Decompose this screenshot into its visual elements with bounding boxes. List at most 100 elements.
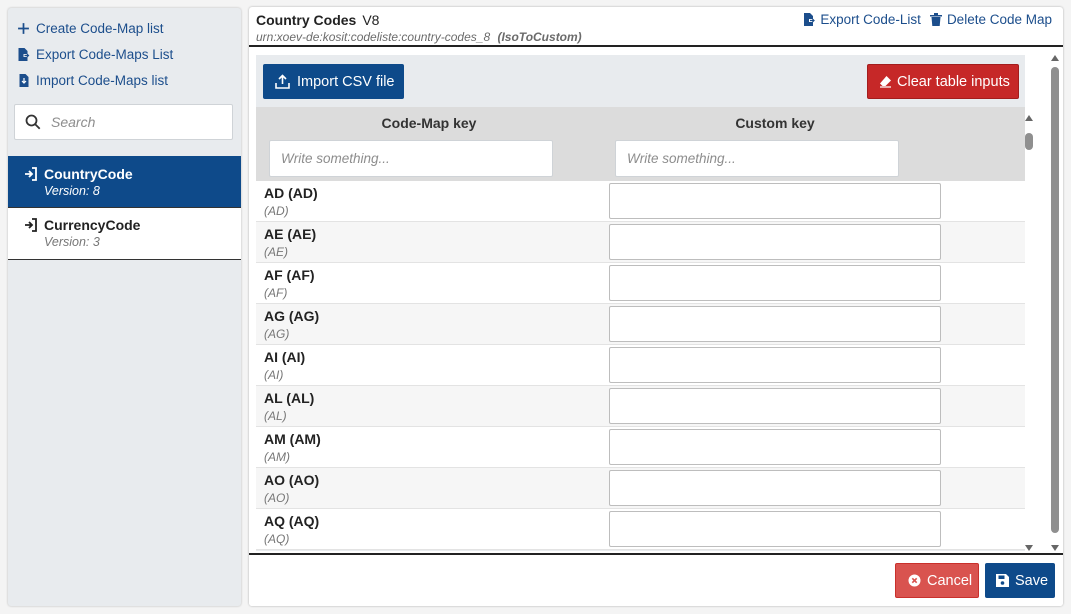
- import-csv-button[interactable]: Import CSV file: [263, 64, 404, 99]
- search-icon: [25, 114, 41, 130]
- custom-key-input[interactable]: [609, 224, 941, 260]
- code-map-item-name: CountryCode: [44, 166, 133, 182]
- custom-key-filter-input[interactable]: [615, 140, 899, 177]
- row-code-sublabel: (AF): [264, 286, 288, 300]
- custom-key-input[interactable]: [609, 347, 941, 383]
- header-actions: Export Code-List Delete Code Map: [794, 12, 1052, 27]
- custom-key-input[interactable]: [609, 388, 941, 424]
- sidebar-actions: Create Code-Map list Export Code-Maps Li…: [8, 8, 241, 93]
- delete-code-map-label: Delete Code Map: [946, 12, 1052, 27]
- version-label: V8: [362, 12, 380, 28]
- save-label: Save: [1015, 572, 1049, 589]
- row-code-sublabel: (AO): [264, 491, 290, 505]
- row-code-label: AL (AL): [264, 390, 315, 406]
- sign-in-icon: [25, 167, 37, 181]
- cancel-button[interactable]: Cancel: [895, 563, 979, 598]
- search-box: [14, 104, 233, 140]
- scrollbar-thumb[interactable]: [1051, 67, 1059, 533]
- eraser-icon: [880, 76, 891, 88]
- panel-scrollbar[interactable]: [1049, 51, 1061, 553]
- code-map-header: Country Codes V8 urn:xoev-de:kosit:codel…: [249, 7, 1063, 47]
- clear-table-inputs-button[interactable]: Clear table inputs: [867, 64, 1019, 99]
- table-body: AD (AD) (AD) AE (AE) (AE) AF (AF) (AF) A…: [256, 181, 1025, 551]
- custom-key-input[interactable]: [609, 511, 941, 547]
- code-map-item-name: CurrencyCode: [44, 217, 141, 233]
- row-code-label: AO (AO): [264, 472, 320, 488]
- import-code-maps-list-link[interactable]: Import Code-Maps list: [17, 67, 233, 93]
- code-map-item-currencycode[interactable]: CurrencyCode Version: 3: [8, 208, 241, 260]
- plus-icon: [18, 22, 29, 34]
- export-code-maps-list-link[interactable]: Export Code-Maps List: [17, 41, 233, 67]
- mapping-direction: (IsoToCustom): [497, 30, 582, 44]
- custom-key-input[interactable]: [609, 429, 941, 465]
- row-code-label: AF (AF): [264, 267, 315, 283]
- file-export-icon: [804, 13, 816, 26]
- custom-key-input[interactable]: [609, 306, 941, 342]
- row-code-sublabel: (AQ): [264, 532, 290, 546]
- row-code-sublabel: (AL): [264, 409, 287, 423]
- save-button[interactable]: Save: [985, 563, 1055, 598]
- import-csv-label: Import CSV file: [297, 73, 395, 90]
- code-map-list: CountryCode Version: 8 CurrencyCode Vers…: [8, 156, 241, 260]
- table-row: AG (AG) (AG): [256, 304, 1025, 345]
- table-header: Code-Map key Custom key: [256, 107, 1025, 181]
- scroll-up-arrow-icon[interactable]: [1051, 55, 1059, 61]
- file-export-icon: [18, 47, 30, 61]
- row-code-sublabel: (AE): [264, 245, 288, 259]
- mapping-content: Import CSV file Clear table inputs Code-…: [256, 55, 1025, 551]
- table-row: AD (AD) (AD): [256, 181, 1025, 222]
- row-code-label: AM (AM): [264, 431, 321, 447]
- sidebar: Create Code-Map list Export Code-Maps Li…: [8, 8, 241, 606]
- export-code-list-link[interactable]: Export Code-List: [803, 12, 921, 27]
- export-code-list-label: Export Code-List: [820, 12, 921, 27]
- code-map-item-version: Version: 3: [44, 235, 100, 249]
- scroll-down-arrow-icon[interactable]: [1051, 545, 1059, 551]
- code-map-item-title: CurrencyCode: [24, 217, 241, 233]
- urn-line: urn:xoev-de:kosit:codeliste:country-code…: [256, 30, 1056, 44]
- circle-x-icon: [908, 574, 921, 587]
- sign-in-icon: [25, 218, 37, 232]
- page-title: Country Codes: [256, 12, 357, 28]
- floppy-disk-icon: [996, 574, 1009, 587]
- custom-key-input[interactable]: [609, 470, 941, 506]
- table-row: AM (AM) (AM): [256, 427, 1025, 468]
- row-code-sublabel: (AG): [264, 327, 290, 341]
- trash-icon: [929, 13, 942, 26]
- custom-key-input[interactable]: [609, 265, 941, 301]
- cancel-label: Cancel: [927, 572, 973, 589]
- main-panel: Country Codes V8 urn:xoev-de:kosit:codel…: [249, 7, 1063, 606]
- create-code-map-list-label: Create Code-Map list: [36, 20, 164, 36]
- code-map-item-title: CountryCode: [24, 166, 241, 182]
- custom-key-input[interactable]: [609, 183, 941, 219]
- table-scrollbar[interactable]: [1023, 63, 1035, 553]
- column-header-custom-key: Custom key: [735, 115, 815, 131]
- code-map-item-version: Version: 8: [44, 184, 100, 198]
- clear-table-inputs-label: Clear table inputs: [897, 73, 1010, 90]
- table-row: AI (AI) (AI): [256, 345, 1025, 386]
- create-code-map-list-link[interactable]: Create Code-Map list: [17, 15, 233, 41]
- table-row: AO (AO) (AO): [256, 468, 1025, 509]
- column-header-code-map-key: Code-Map key: [381, 115, 477, 131]
- upload-icon: [275, 74, 290, 89]
- row-code-label: AE (AE): [264, 226, 317, 242]
- export-code-maps-list-label: Export Code-Maps List: [36, 46, 174, 62]
- import-code-maps-list-label: Import Code-Maps list: [36, 72, 169, 88]
- table-row: AE (AE) (AE): [256, 222, 1025, 263]
- table-row: AQ (AQ) (AQ): [256, 509, 1025, 550]
- table-row: AF (AF) (AF): [256, 263, 1025, 304]
- row-code-label: AI (AI): [264, 349, 306, 365]
- code-map-key-filter-input[interactable]: [269, 140, 553, 177]
- search-input[interactable]: [51, 114, 221, 130]
- row-code-sublabel: (AM): [264, 450, 290, 464]
- row-code-label: AG (AG): [264, 308, 320, 324]
- row-code-sublabel: (AD): [264, 204, 289, 218]
- delete-code-map-link[interactable]: Delete Code Map: [929, 12, 1052, 27]
- scroll-down-arrow-icon[interactable]: [1025, 545, 1033, 551]
- code-map-item-countrycode[interactable]: CountryCode Version: 8: [8, 156, 241, 208]
- row-code-label: AD (AD): [264, 185, 318, 201]
- scroll-up-arrow-icon[interactable]: [1025, 115, 1033, 121]
- row-code-label: AQ (AQ): [264, 513, 320, 529]
- urn-text: urn:xoev-de:kosit:codeliste:country-code…: [256, 30, 491, 44]
- scrollbar-thumb[interactable]: [1025, 133, 1033, 150]
- form-footer: Cancel Save: [249, 553, 1063, 606]
